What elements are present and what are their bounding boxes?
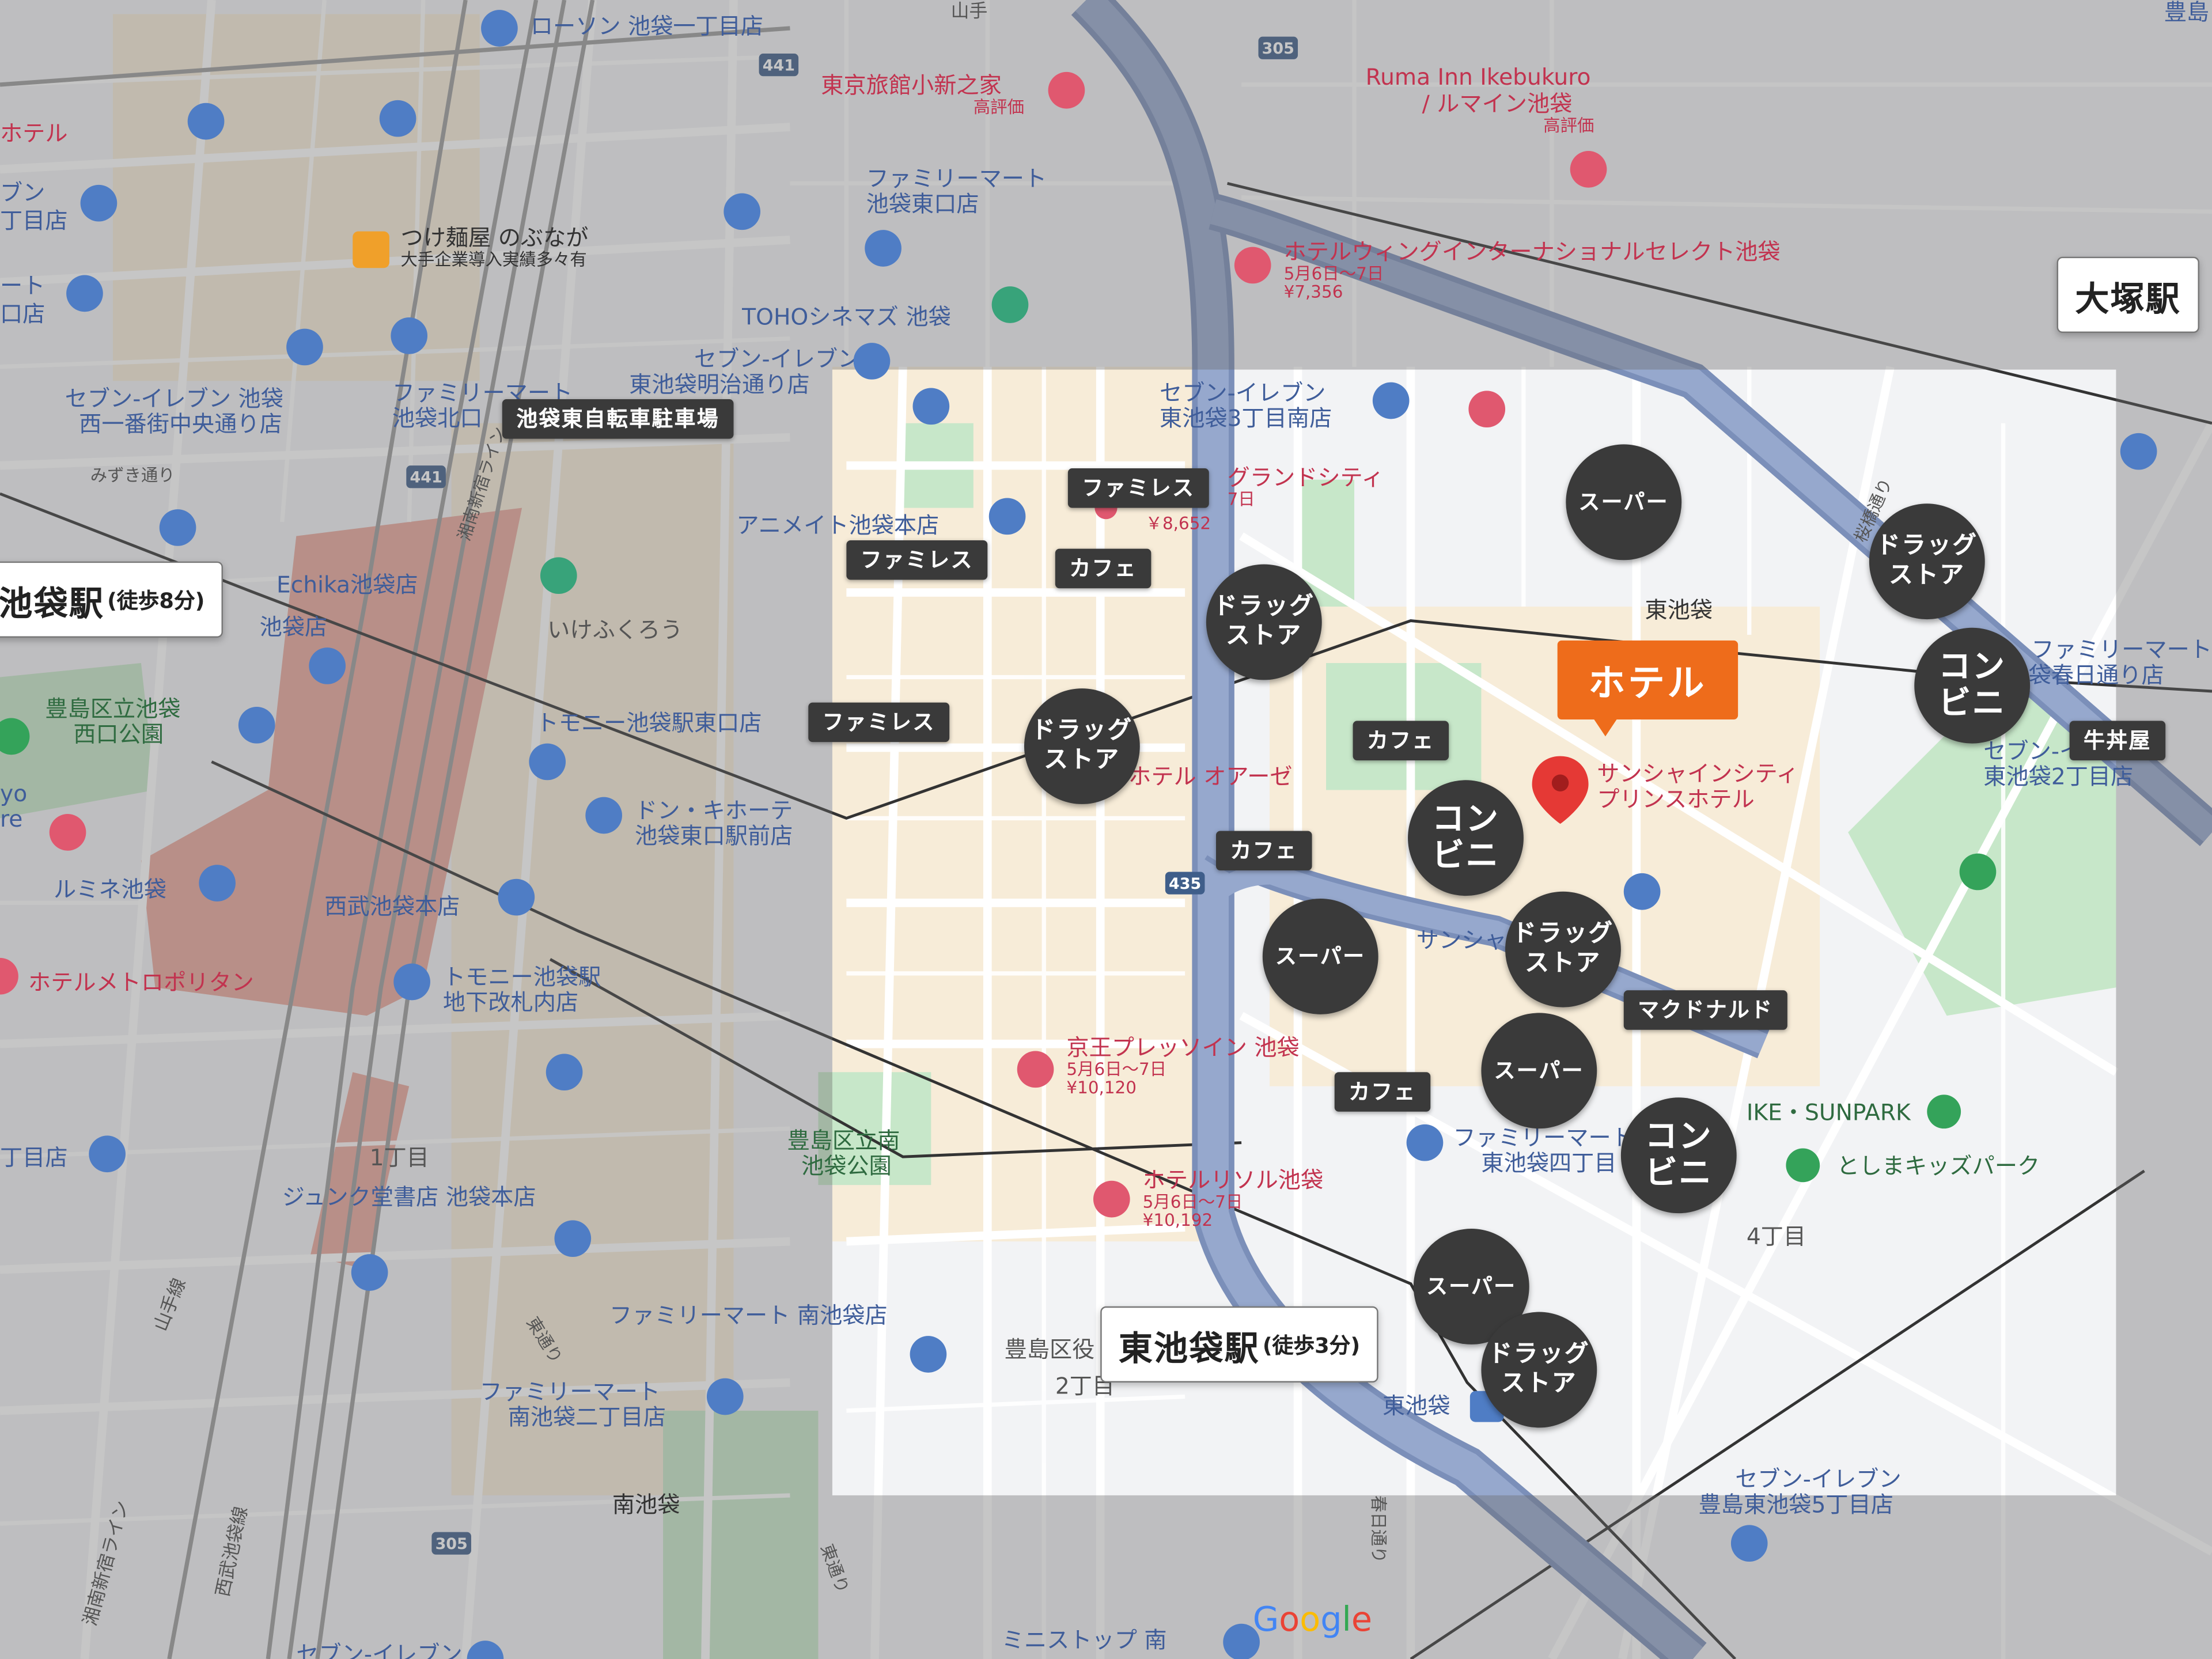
label-tomony-east[interactable]: トモニー池袋駅東口店 xyxy=(536,710,762,736)
marker-convenience-store[interactable]: コン ビニ xyxy=(1408,780,1524,896)
label-ikefukuro[interactable]: いけふくろう xyxy=(547,617,683,643)
marker-supermarket[interactable]: スーパー xyxy=(1262,899,1378,1014)
label-seven-meiji[interactable]: セブン-イレブン 東池袋明治通り店 xyxy=(629,346,860,397)
label-yo[interactable]: yo re xyxy=(0,781,27,832)
label-to[interactable]: ート xyxy=(0,273,45,299)
label-oase[interactable]: ホテル オアーゼ xyxy=(1128,764,1292,790)
label-sunshine-prince[interactable]: サンシャインシティ プリンスホテル xyxy=(1597,761,1798,812)
label-ministop[interactable]: ミニストップ 南 xyxy=(1002,1627,1167,1653)
label-donki[interactable]: ドン・キホーテ 池袋東口駅前店 xyxy=(635,798,793,849)
tag-bicycle-parking[interactable]: 池袋東自転車駐車場 xyxy=(502,399,734,439)
label-hotel-wing[interactable]: ホテルウィングインターナショナルセレクト池袋 5月6日～7日 ¥7,356 xyxy=(1284,239,1781,302)
label-resol[interactable]: ホテルリソル池袋 5月6日～7日 ¥10,192 xyxy=(1143,1168,1324,1230)
marker-convenience-store[interactable]: コン ビニ xyxy=(1620,1097,1737,1214)
label-tsukemen[interactable]: つけ麺屋 のぶなが 大手企業導入実績多々有 xyxy=(401,225,589,270)
label-yamanote-top: 山手 xyxy=(950,1,988,23)
station-name: 東池袋駅 xyxy=(1119,1328,1260,1368)
station-name: 池袋駅 xyxy=(0,583,105,623)
label-ruma-inn-jp[interactable]: / ルマイン池袋 高評価 xyxy=(1422,91,1594,135)
label-nishiguchi-park[interactable]: 豊島区立池袋 西口公園 xyxy=(45,696,180,748)
marker-drugstore[interactable]: ドラッグ ストア xyxy=(1505,891,1621,1007)
label-chome-left[interactable]: 丁目店 xyxy=(0,208,68,234)
tag-cafe[interactable]: カフェ xyxy=(1334,1072,1431,1112)
marker-drugstore[interactable]: ドラッグ ストア xyxy=(1869,503,1985,620)
hotel-marker[interactable]: ホテル xyxy=(1557,640,1738,737)
label-chome-left-2[interactable]: 丁目店 xyxy=(0,1145,68,1171)
label-famima-4[interactable]: ファミリーマート 東池袋四丁目 xyxy=(1453,1125,1634,1176)
label-famima-minami[interactable]: ファミリーマート 南池袋店 xyxy=(609,1303,888,1329)
marker-drugstore[interactable]: ドラッグ ストア xyxy=(1206,564,1322,680)
route-435: 435 xyxy=(1169,875,1201,893)
label-minami-park[interactable]: 豊島区立南 池袋公園 xyxy=(787,1128,900,1179)
station-callout-otsuka[interactable]: 大塚駅 xyxy=(2056,256,2199,333)
label-seven-3[interactable]: セブン-イレブン 東池袋3丁目南店 xyxy=(1160,380,1332,431)
label-ruma-inn[interactable]: Ruma Inn Ikebukuro xyxy=(1366,64,1591,90)
station-name: 大塚駅 xyxy=(2075,278,2181,319)
label-higashi-ikebukuro: 東池袋 xyxy=(1645,596,1713,624)
label-ryokan[interactable]: 東京旅館小新之家 高評価 xyxy=(821,73,1024,117)
marker-supermarket[interactable]: スーパー xyxy=(1566,444,1682,560)
hotel-marker-label: ホテル xyxy=(1588,662,1707,705)
label-animate[interactable]: アニメイト池袋本店 xyxy=(736,513,939,539)
label-lumine[interactable]: ルミネ池袋 xyxy=(54,877,166,903)
label-famima-minami2[interactable]: ファミリーマート 南池袋二丁目店 xyxy=(480,1379,666,1430)
station-callout-ikebukuro[interactable]: 池袋駅 (徒歩8分) xyxy=(0,561,224,638)
tag-cafe[interactable]: カフェ xyxy=(1216,831,1312,871)
label-famima-east[interactable]: ファミリーマート 池袋東口店 xyxy=(866,166,1047,217)
label-toshima-top[interactable]: 豊島 xyxy=(2164,0,2209,25)
route-305-bottom: 305 xyxy=(435,1535,468,1553)
tag-family-restaurant[interactable]: ファミレス xyxy=(846,540,988,580)
label-bun[interactable]: ブン xyxy=(0,180,45,206)
label-echika[interactable]: Echika池袋店 xyxy=(276,572,418,598)
label-kids-park[interactable]: としまキッズパーク xyxy=(1837,1153,2040,1179)
label-1-chome: 1丁目 xyxy=(369,1144,429,1171)
label-kuchiten[interactable]: 口店 xyxy=(0,301,45,327)
label-price-8652: ￥8,652 xyxy=(1145,513,1211,533)
tag-family-restaurant[interactable]: ファミレス xyxy=(808,702,950,743)
label-seibu[interactable]: 西武池袋本店 xyxy=(324,893,460,920)
tag-mcdonalds[interactable]: マクドナルド xyxy=(1623,990,1787,1030)
label-tomony-under[interactable]: トモニー池袋駅 地下改札内店 xyxy=(443,964,601,1016)
label-mizuki: みずき通り xyxy=(90,465,175,486)
label-famima-kasuga[interactable]: ファミリーマート 池袋春日通り店 xyxy=(2006,637,2212,688)
map-viewport[interactable]: 441 305 441 435 305 ローソン 池袋一丁目店 東京旅館小新之家… xyxy=(0,0,2212,1659)
label-toho[interactable]: TOHOシネマズ 池袋 xyxy=(742,304,951,330)
tag-family-restaurant[interactable]: ファミレス xyxy=(1067,468,1209,508)
marker-drugstore[interactable]: ドラッグ ストア xyxy=(1481,1312,1597,1428)
label-seven-nishi[interactable]: セブン-イレブン 池袋 西一番街中央通り店 xyxy=(65,386,283,437)
label-ike-sunpark[interactable]: IKE・SUNPARK xyxy=(1747,1100,1911,1126)
label-seven-bottom[interactable]: セブン-イレブン xyxy=(296,1641,462,1659)
label-kasuga-dori: 春日通り xyxy=(1368,1495,1388,1563)
marker-supermarket[interactable]: スーパー xyxy=(1481,1013,1597,1129)
label-minami-ikebukuro: 南池袋 xyxy=(612,1491,680,1518)
google-attribution: Google xyxy=(1252,1600,1373,1639)
walk-time: (徒歩3分) xyxy=(1262,1332,1361,1358)
label-4-chome: 4丁目 xyxy=(1746,1223,1806,1250)
tag-cafe[interactable]: カフェ xyxy=(1353,721,1449,761)
label-keio-presso[interactable]: 京王プレッソイン 池袋 5月6日～7日 ¥10,120 xyxy=(1066,1035,1299,1098)
label-higashi-ikebukuro-station[interactable]: 東池袋 xyxy=(1382,1393,1450,1419)
walk-time: (徒歩8分) xyxy=(107,588,205,613)
station-callout-higashi-ikebukuro[interactable]: 東池袋駅 (徒歩3分) xyxy=(1100,1306,1379,1383)
route-441-top: 441 xyxy=(763,56,795,74)
label-grand-city[interactable]: グランドシティ 7日 xyxy=(1228,465,1384,509)
label-toshima-kuyakusho: 豊島区役 xyxy=(1004,1336,1095,1363)
route-441-mid: 441 xyxy=(410,469,442,487)
tag-gyudon[interactable]: 牛丼屋 xyxy=(2069,721,2166,761)
label-seven-5[interactable]: セブン-イレブン 豊島東池袋5丁目店 xyxy=(1699,1467,1902,1518)
label-junku[interactable]: ジュンク堂書店 池袋本店 xyxy=(282,1184,536,1210)
label-ikebukuroten[interactable]: 池袋店 xyxy=(260,615,328,641)
marker-drugstore[interactable]: ドラッグ ストア xyxy=(1024,688,1140,804)
route-305-top: 305 xyxy=(1262,40,1294,58)
label-lawson[interactable]: ローソン 池袋一丁目店 xyxy=(483,13,763,39)
label-hotel-left[interactable]: ホテル xyxy=(0,120,68,147)
marker-convenience-store[interactable]: コン ビニ xyxy=(1914,627,2031,744)
tag-cafe[interactable]: カフェ xyxy=(1055,548,1152,589)
label-metropolitan[interactable]: ホテルメトロポリタン xyxy=(28,970,254,996)
base-map: 441 305 441 435 305 xyxy=(0,0,2212,1659)
